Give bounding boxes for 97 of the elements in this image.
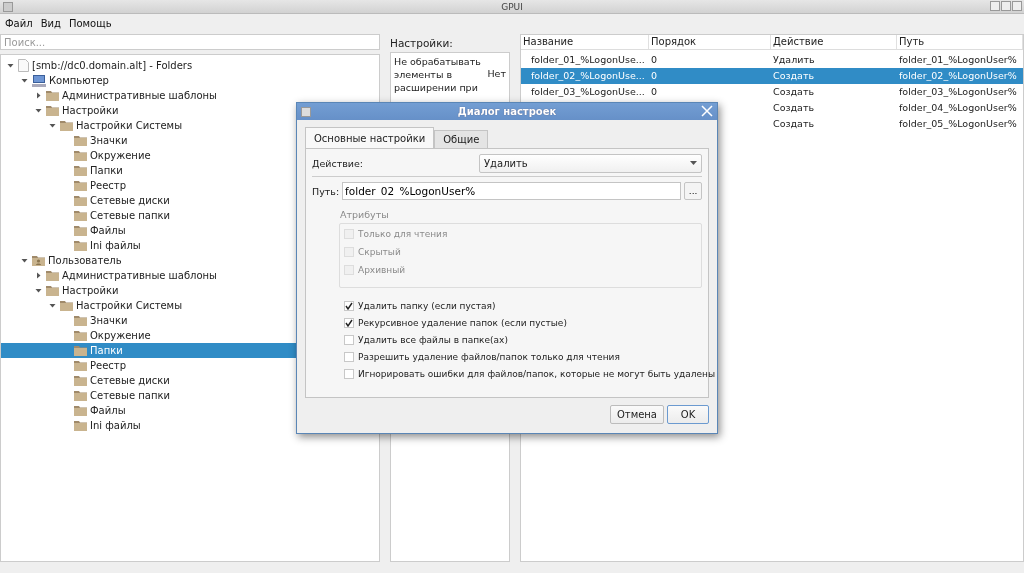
table-row[interactable]: folder_03_%LogonUse... 0 Создать folder_03_%LogonUser% — [521, 84, 1023, 100]
table-cell: Создать — [773, 86, 815, 97]
column-header[interactable]: Действие — [771, 35, 897, 49]
app-icon — [3, 2, 13, 12]
checkbox-label: Игнорировать ошибки для файлов/папок, которые не могут быть удалены — [358, 369, 716, 379]
menu-item[interactable]: Вид — [40, 17, 61, 29]
folder-icon — [60, 120, 73, 131]
tree-item[interactable]: [smb://dc0.domain.alt] - Folders — [1, 58, 379, 73]
collapse-arrow-icon[interactable] — [34, 271, 43, 280]
checkbox-label: Удалить все файлы в папке(ах) — [358, 335, 508, 345]
checkbox-label: Скрытый — [358, 247, 401, 257]
tab[interactable]: Основные настройки — [305, 127, 435, 148]
folder-icon — [74, 225, 87, 236]
table-cell: Создать — [773, 102, 815, 113]
table-row[interactable]: folder_01_%LogonUse... 0 Удалить folder_01_%LogonUser% — [521, 52, 1023, 68]
table-cell: Удалить — [773, 54, 815, 65]
folder-icon — [74, 240, 87, 251]
dialog-icon — [301, 107, 311, 117]
menu-item[interactable]: Файл — [5, 17, 33, 29]
close-icon[interactable] — [701, 105, 713, 117]
menu-item[interactable]: Помощь — [68, 17, 112, 29]
table-cell: folder_01_%LogonUse... — [531, 54, 645, 65]
expand-arrow-icon[interactable] — [20, 256, 29, 265]
folder-icon — [46, 270, 59, 281]
folder-icon — [60, 300, 73, 311]
checkbox[interactable] — [344, 301, 354, 311]
folder-icon — [74, 330, 87, 341]
dropdown-arrow-icon — [690, 161, 697, 165]
folder-icon — [46, 285, 59, 296]
field-label: Действие: — [312, 157, 364, 169]
table-cell: 0 — [651, 86, 658, 97]
table-row[interactable]: folder_02_%LogonUse... 0 Создать folder_02_%LogonUser% — [521, 68, 1023, 84]
folder-icon — [74, 150, 87, 161]
folder-icon — [74, 360, 87, 371]
checkbox-label: Рекурсивное удаление папок (если пустые) — [358, 318, 567, 328]
expand-arrow-icon[interactable] — [34, 286, 43, 295]
tree-item[interactable]: Настройки — [1, 103, 379, 118]
table-cell: folder_01_%LogonUser% — [899, 54, 1017, 65]
folder-icon — [74, 195, 87, 206]
user-folder-icon — [32, 255, 45, 266]
column-header[interactable]: Порядок — [649, 35, 771, 49]
folder-icon — [74, 165, 87, 176]
checkbox-label: Только для чтения — [358, 229, 448, 239]
table-cell: folder_03_%LogonUser% — [899, 86, 1017, 97]
folder-icon — [74, 375, 87, 386]
tree-item[interactable]: Ini файлы — [1, 418, 379, 433]
search-field[interactable]: Поиск... — [0, 34, 380, 50]
tree-item[interactable]: Файлы — [1, 403, 379, 418]
expand-arrow-icon[interactable] — [20, 76, 29, 85]
tab[interactable]: Общие — [434, 130, 489, 148]
setting-name: Не обрабатывать элементы в расширении при — [394, 55, 482, 94]
folder-icon — [74, 135, 87, 146]
dialog-button[interactable]: OK — [667, 405, 709, 424]
table-cell: 0 — [651, 70, 658, 81]
table-cell: Создать — [773, 118, 815, 129]
folder-icon — [74, 315, 87, 326]
folder-icon — [46, 105, 59, 116]
dialog-button[interactable]: Отмена — [609, 405, 664, 424]
table-cell: folder_05_%LogonUser% — [899, 118, 1017, 129]
expand-arrow-icon[interactable] — [6, 61, 15, 70]
tree-item[interactable]: Настройки — [1, 283, 379, 298]
column-header[interactable]: Путь — [897, 35, 1023, 49]
collapse-arrow-icon[interactable] — [34, 91, 43, 100]
tree-item[interactable]: Сетевые папки — [1, 388, 379, 403]
folder-icon — [74, 180, 87, 191]
computer-icon — [32, 74, 46, 87]
browse-button[interactable]: ... — [684, 182, 702, 200]
table-cell: folder_02_%LogonUser% — [899, 70, 1017, 81]
field-label: Путь: — [312, 185, 340, 197]
tree-item[interactable]: Компьютер — [1, 73, 379, 88]
column-header[interactable]: Название — [521, 35, 649, 49]
panel-title: Настройки: — [389, 36, 454, 49]
window-title: GPUI — [501, 1, 523, 12]
table-cell: Создать — [773, 70, 815, 81]
folder-icon — [74, 405, 87, 416]
group-title: Атрибуты — [340, 209, 390, 220]
table-cell: 0 — [651, 54, 658, 65]
expand-arrow-icon[interactable] — [48, 121, 57, 130]
folder-icon — [74, 345, 87, 356]
table-cell: folder_04_%LogonUser% — [899, 102, 1017, 113]
checkbox-label: Удалить папку (если пустая) — [358, 301, 496, 311]
folder-icon — [74, 390, 87, 401]
action-dropdown[interactable]: Удалить — [479, 153, 702, 173]
folder-icon — [74, 420, 87, 431]
tree-item[interactable]: Административные шаблоны — [1, 88, 379, 103]
dialog-title: Диалог настроек — [457, 106, 557, 117]
table-cell: folder_03_%LogonUse... — [531, 86, 645, 97]
checkbox[interactable] — [344, 318, 354, 328]
document-icon — [18, 59, 29, 72]
folder-icon — [74, 210, 87, 221]
path-field[interactable]: folder_02_%LogonUser% — [342, 182, 682, 200]
checkbox-label: Архивный — [358, 265, 406, 275]
expand-arrow-icon[interactable] — [34, 106, 43, 115]
folder-icon — [46, 90, 59, 101]
expand-arrow-icon[interactable] — [48, 301, 57, 310]
setting-value: Нет — [487, 67, 506, 79]
table-cell: folder_02_%LogonUse... — [531, 70, 645, 81]
